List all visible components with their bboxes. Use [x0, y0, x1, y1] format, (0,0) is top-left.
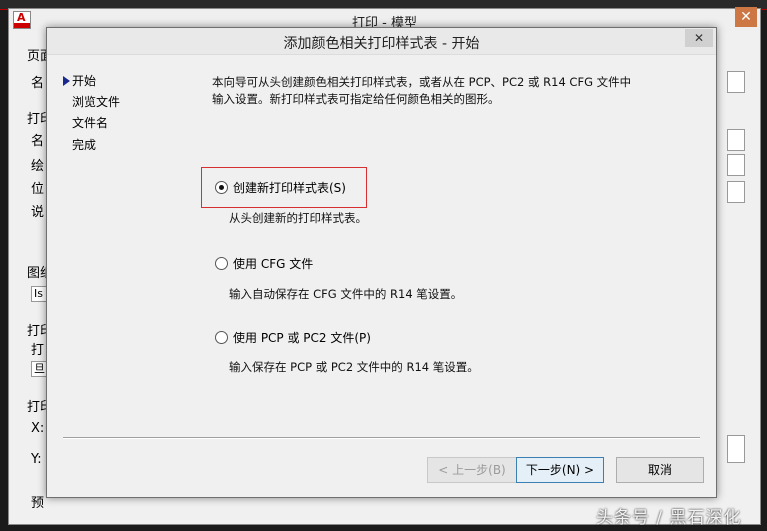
watermark-text: 头条号 / 黑石深化	[596, 508, 742, 528]
orientation-icon-fragment	[727, 435, 745, 463]
printer-properties-button-fragment[interactable]	[727, 71, 745, 93]
add-color-plot-style-wizard: 添加颜色相关打印样式表 - 开始 ✕ 开始 浏览文件 文件名 完成 本向导可从头…	[46, 27, 717, 498]
option-label: 创建新打印样式表(S)	[233, 181, 346, 195]
side-label-fragment: 打	[31, 343, 45, 358]
option-description: 输入保存在 PCP 或 PC2 文件中的 R14 笔设置。	[229, 360, 479, 374]
radio-unchecked-icon[interactable]	[215, 257, 228, 270]
option-description: 从头创建新的打印样式表。	[229, 211, 367, 225]
option-create-new[interactable]: 创建新打印样式表(S)	[215, 179, 346, 196]
option-label: 使用 CFG 文件	[233, 257, 314, 271]
side-label-fragment: 绘	[31, 159, 45, 174]
next-button[interactable]: 下一步(N) >	[516, 457, 604, 483]
dropdown-fragment[interactable]	[727, 154, 745, 176]
side-label-fragment: 预	[31, 496, 45, 511]
dropdown-fragment[interactable]	[727, 129, 745, 151]
back-button[interactable]: < 上一步(B)	[427, 457, 517, 483]
option-description: 输入自动保存在 CFG 文件中的 R14 笔设置。	[229, 287, 463, 301]
option-use-cfg[interactable]: 使用 CFG 文件	[215, 255, 313, 272]
step-browse-file: 浏览文件	[72, 95, 121, 109]
side-label-fragment: 名	[31, 76, 45, 91]
side-label-fragment: 说	[31, 205, 45, 220]
step-start: 开始	[72, 74, 97, 88]
wizard-description: 本向导可从头创建颜色相关打印样式表，或者从在 PCP、PC2 或 R14 CFG…	[212, 75, 632, 106]
current-step-arrow-icon	[63, 76, 70, 86]
side-label-fragment: 位	[31, 182, 45, 197]
radio-checked-icon[interactable]	[215, 181, 228, 194]
wizard-titlebar: 添加颜色相关打印样式表 - 开始 ✕	[47, 28, 716, 55]
option-label: 使用 PCP 或 PC2 文件(P)	[233, 331, 371, 345]
step-file-name: 文件名	[72, 116, 109, 130]
input-fragment[interactable]	[727, 181, 745, 203]
option-use-pcp-pc2[interactable]: 使用 PCP 或 PC2 文件(P)	[215, 329, 371, 346]
wizard-close-button[interactable]: ✕	[685, 29, 713, 47]
side-label-fragment: X:	[31, 421, 45, 436]
footer-divider	[63, 437, 700, 439]
radio-unchecked-icon[interactable]	[215, 331, 228, 344]
wizard-title: 添加颜色相关打印样式表 - 开始	[283, 36, 480, 52]
side-label-fragment: 名	[31, 134, 45, 149]
cancel-button[interactable]: 取消	[616, 457, 704, 483]
side-label-fragment: Y:	[31, 452, 42, 467]
plot-dialog-close-button[interactable]: ✕	[735, 7, 757, 27]
step-finish: 完成	[72, 138, 97, 152]
